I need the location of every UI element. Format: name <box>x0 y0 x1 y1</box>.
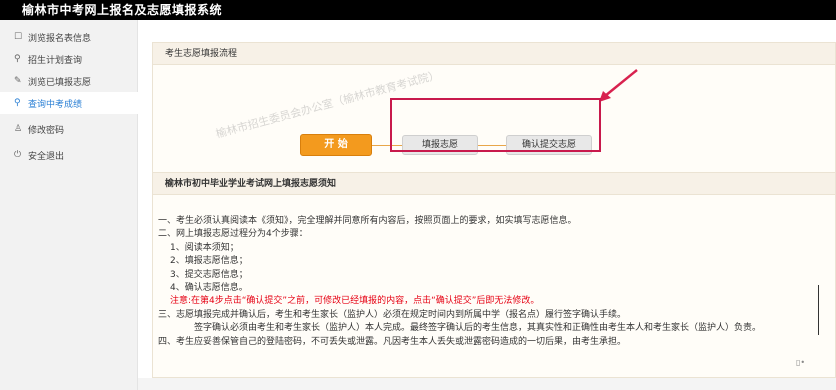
notice-panel-title: 榆林市初中毕业学业考试网上填报志愿须知 <box>153 173 835 195</box>
footer-band <box>138 378 836 390</box>
notice-line: 一、考生必须认真阅读本《须知》，完全理解并同意所有内容后，按照页面上的要求，如实… <box>158 216 577 226</box>
flow-panel-title: 考生志愿填报流程 <box>153 43 835 65</box>
sidebar-item-change-password[interactable]: ♙ 修改密码 <box>0 118 138 140</box>
sidebar-item-label: 浏览已填报志愿 <box>28 77 92 88</box>
notice-warning: 注意:在第4步点击“确认提交”之前，可修改已经填报的内容，点击“确认提交”后即无… <box>170 296 540 307</box>
start-button[interactable]: 开 始 <box>300 134 372 156</box>
system-title: 榆林市中考网上报名及志愿填报系统 <box>22 3 223 17</box>
sidebar-item-view-registration[interactable]: ☐ 浏览报名表信息 <box>0 26 138 48</box>
search-icon: ⚲ <box>14 54 21 64</box>
sidebar-item-logout[interactable]: ⏻ 安全退出 <box>0 144 138 166</box>
sidebar-item-view-preferences[interactable]: ✎ 浏览已填报志愿 <box>0 70 138 92</box>
sidebar-item-query-scores[interactable]: ⚲ 查询中考成绩 <box>0 92 138 114</box>
sidebar: ☐ 浏览报名表信息 ⚲ 招生计划查询 ✎ 浏览已填报志愿 ⚲ 查询中考成绩 ♙ … <box>0 20 138 390</box>
notice-line: 2、填报志愿信息； <box>170 256 248 267</box>
top-header-bar: 榆林市中考网上报名及志愿填报系统 <box>0 0 836 20</box>
corner-icon: ▯• <box>796 358 806 367</box>
sidebar-item-label: 安全退出 <box>28 151 65 162</box>
notice-line: 3、提交志愿信息； <box>170 269 248 280</box>
notice-text: 一、考生必须认真阅读本《须知》，完全理解并同意所有内容后，按照页面上的要求，如实… <box>158 215 836 349</box>
search-icon: ⚲ <box>14 98 21 108</box>
power-icon: ⏻ <box>14 150 22 160</box>
notice-line: 四、考生应妥善保管自己的登陆密码，不可丢失或泄露。凡因考生本人丢失或泄露密码造成… <box>158 336 627 347</box>
notice-line: 二、网上填报志愿过程分为4个步骤： <box>158 229 308 240</box>
user-icon: ♙ <box>14 124 23 134</box>
notice-line: 1、阅读本须知； <box>170 242 239 253</box>
sidebar-item-label: 查询中考成绩 <box>28 99 83 110</box>
highlight-box <box>390 98 601 152</box>
document-icon: ☐ <box>14 32 23 42</box>
notice-line: 签字确认必须由考生和考生家长（监护人）本人完成。最终签字确认后的考生信息，其真实… <box>194 323 762 334</box>
notice-line: 三、志愿填报完成并确认后，考生和考生家长（监护人）必须在规定时间内到所属中学（报… <box>158 309 627 320</box>
sidebar-item-label: 修改密码 <box>28 125 65 136</box>
main-content: 考生志愿填报流程 榆林市招生委员会办公室（榆林市教育考试院） 开 始 填报志愿 … <box>138 20 836 390</box>
pencil-icon: ✎ <box>14 76 22 86</box>
notice-line: 4、确认志愿信息。 <box>170 283 248 294</box>
sidebar-item-label: 招生计划查询 <box>28 55 83 66</box>
scroll-indicator <box>818 285 819 335</box>
sidebar-item-enrollment-plan[interactable]: ⚲ 招生计划查询 <box>0 48 138 70</box>
sidebar-item-label: 浏览报名表信息 <box>28 33 92 44</box>
